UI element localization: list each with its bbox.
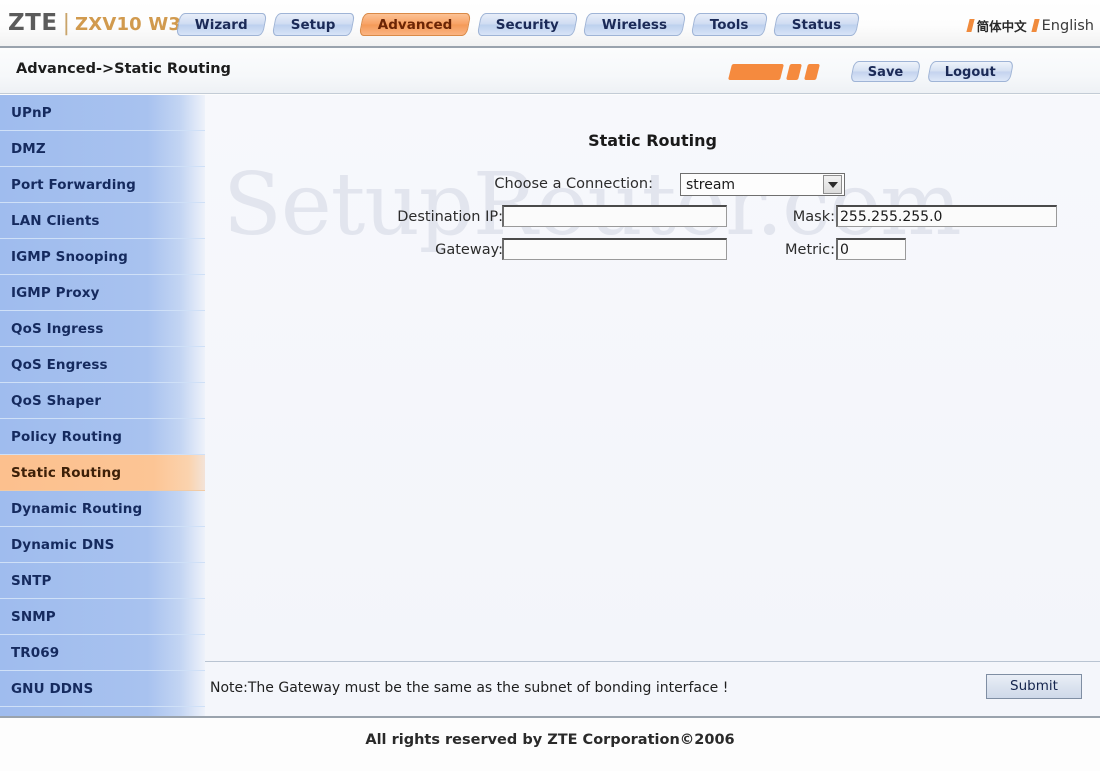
sidebar-item-policy-routing[interactable]: Policy Routing xyxy=(0,419,205,455)
main-navigation-tabs: Wizard Setup Advanced Security Wireless … xyxy=(175,13,861,36)
sidebar-item-port-forwarding[interactable]: Port Forwarding xyxy=(0,167,205,203)
sidebar-item-label: IGMP Proxy xyxy=(11,285,100,301)
sidebar-item-label: DMZ xyxy=(11,141,46,157)
main-content-panel: SetupRouter.com Static Routing Choose a … xyxy=(205,95,1100,716)
sidebar-item-dynamic-routing[interactable]: Dynamic Routing xyxy=(0,491,205,527)
sidebar-item-label: SNMP xyxy=(11,609,56,625)
sidebar-item-label: TR069 xyxy=(11,645,60,661)
sidebar-item-igmp-snooping[interactable]: IGMP Snooping xyxy=(0,239,205,275)
orange-bar-icon xyxy=(786,64,802,80)
tab-advanced-label: Advanced xyxy=(378,17,453,33)
tab-wireless-label: Wireless xyxy=(601,17,667,33)
orange-bullet-icon xyxy=(1031,19,1040,32)
breadcrumb-bar: Advanced->Static Routing Save Logout xyxy=(0,50,1100,94)
tab-security[interactable]: Security xyxy=(476,13,579,36)
save-button[interactable]: Save xyxy=(849,61,922,82)
tab-tools-label: Tools xyxy=(709,17,749,33)
tab-wireless[interactable]: Wireless xyxy=(582,13,687,36)
top-header-bar: ZTE | ZXV10 W300 Wizard Setup Advanced S… xyxy=(0,0,1100,48)
sidebar-item-label: IGMP Snooping xyxy=(11,249,128,265)
orange-bullet-icon xyxy=(966,19,975,32)
sidebar-item-upnp[interactable]: UPnP xyxy=(0,95,205,131)
tab-wizard[interactable]: Wizard xyxy=(175,13,268,36)
sidebar-item-label: Dynamic Routing xyxy=(11,501,143,517)
sidebar-item-tr069[interactable]: TR069 xyxy=(0,635,205,671)
copyright-text: All rights reserved by ZTE Corporation©2… xyxy=(365,732,735,748)
page-title: Static Routing xyxy=(588,131,717,150)
orange-bar-icon xyxy=(728,64,784,80)
brand-name: ZTE xyxy=(8,10,58,36)
sidebar-item-label: Static Routing xyxy=(11,465,122,481)
submit-button[interactable]: Submit xyxy=(986,674,1082,699)
sidebar-item-static-routing[interactable]: Static Routing xyxy=(0,455,205,491)
language-chinese-label: 简体中文 xyxy=(976,19,1027,34)
connection-label: Choose a Connection: xyxy=(494,176,653,192)
mask-input[interactable] xyxy=(836,205,1057,227)
router-admin-page: ZTE | ZXV10 W300 Wizard Setup Advanced S… xyxy=(0,0,1100,771)
tab-advanced[interactable]: Advanced xyxy=(359,13,473,36)
metric-label: Metric: xyxy=(785,242,835,258)
connection-select-value: stream xyxy=(686,176,736,193)
sidebar-item-label: Policy Routing xyxy=(11,429,122,445)
tab-status-label: Status xyxy=(791,17,841,33)
tab-security-label: Security xyxy=(495,17,559,33)
sidebar-item-label: Port Forwarding xyxy=(11,177,136,193)
sidebar-item-label: LAN Clients xyxy=(11,213,100,229)
tab-setup[interactable]: Setup xyxy=(271,13,355,36)
form-row-destination-mask: Destination IP: Mask: xyxy=(205,203,1100,236)
language-english-label: English xyxy=(1041,17,1094,34)
note-bar: Note:The Gateway must be the same as the… xyxy=(205,661,1100,716)
submit-button-label: Submit xyxy=(1010,678,1058,694)
sidebar-item-igmp-proxy[interactable]: IGMP Proxy xyxy=(0,275,205,311)
gateway-input[interactable] xyxy=(502,238,727,260)
sidebar-item-label: UPnP xyxy=(11,105,52,121)
sidebar-item-gnu-ddns[interactable]: GNU DDNS xyxy=(0,671,205,707)
page-footer: All rights reserved by ZTE Corporation©2… xyxy=(0,716,1100,771)
sidebar-item-snmp[interactable]: SNMP xyxy=(0,599,205,635)
form-row-connection: Choose a Connection: stream xyxy=(205,171,1100,203)
sidebar-menu: UPnP DMZ Port Forwarding LAN Clients IGM… xyxy=(0,95,205,716)
sidebar-item-qos-shaper[interactable]: QoS Shaper xyxy=(0,383,205,419)
tab-tools[interactable]: Tools xyxy=(690,13,768,36)
logout-button[interactable]: Logout xyxy=(927,61,1015,82)
sidebar-item-sntp[interactable]: SNTP xyxy=(0,563,205,599)
header-action-buttons: Save Logout xyxy=(849,61,1015,82)
mask-label: Mask: xyxy=(792,209,835,225)
sidebar-item-dmz[interactable]: DMZ xyxy=(0,131,205,167)
logout-button-label: Logout xyxy=(945,65,997,80)
gateway-note: Note:The Gateway must be the same as the… xyxy=(210,680,729,696)
sidebar-item-qos-engress[interactable]: QoS Engress xyxy=(0,347,205,383)
tab-wizard-label: Wizard xyxy=(194,17,248,33)
brand-separator: | xyxy=(62,11,70,36)
sidebar-item-dynamic-dns[interactable]: Dynamic DNS xyxy=(0,527,205,563)
language-selector: 简体中文 English xyxy=(966,16,1094,35)
decorative-orange-bars xyxy=(728,64,820,80)
sidebar-item-label: QoS Engress xyxy=(11,357,108,373)
destination-ip-input[interactable] xyxy=(502,205,727,227)
tab-status[interactable]: Status xyxy=(772,13,861,36)
sidebar-item-label: GNU DDNS xyxy=(11,681,94,697)
metric-input[interactable] xyxy=(836,238,906,260)
sidebar-item-label: SNTP xyxy=(11,573,52,589)
sidebar-item-label: QoS Shaper xyxy=(11,393,102,409)
language-option-english[interactable]: English xyxy=(1031,17,1094,34)
language-option-chinese[interactable]: 简体中文 xyxy=(966,16,1027,35)
sidebar-item-label: QoS Ingress xyxy=(11,321,104,337)
tab-setup-label: Setup xyxy=(290,17,336,33)
save-button-label: Save xyxy=(867,65,904,80)
sidebar-item-qos-ingress[interactable]: QoS Ingress xyxy=(0,311,205,347)
connection-select[interactable]: stream xyxy=(680,173,845,196)
destination-ip-label: Destination IP: xyxy=(397,209,503,225)
orange-bar-icon xyxy=(804,64,820,80)
breadcrumb: Advanced->Static Routing xyxy=(16,61,231,77)
sidebar-item-lan-clients[interactable]: LAN Clients xyxy=(0,203,205,239)
static-routing-form-panel: SetupRouter.com Static Routing Choose a … xyxy=(205,95,1100,661)
static-routing-form: Choose a Connection: stream Destination … xyxy=(205,171,1100,269)
gateway-label: Gateway: xyxy=(435,242,503,258)
sidebar-item-label: Dynamic DNS xyxy=(11,537,115,553)
chevron-down-icon[interactable] xyxy=(823,175,842,194)
form-row-gateway-metric: Gateway: Metric: xyxy=(205,236,1100,269)
